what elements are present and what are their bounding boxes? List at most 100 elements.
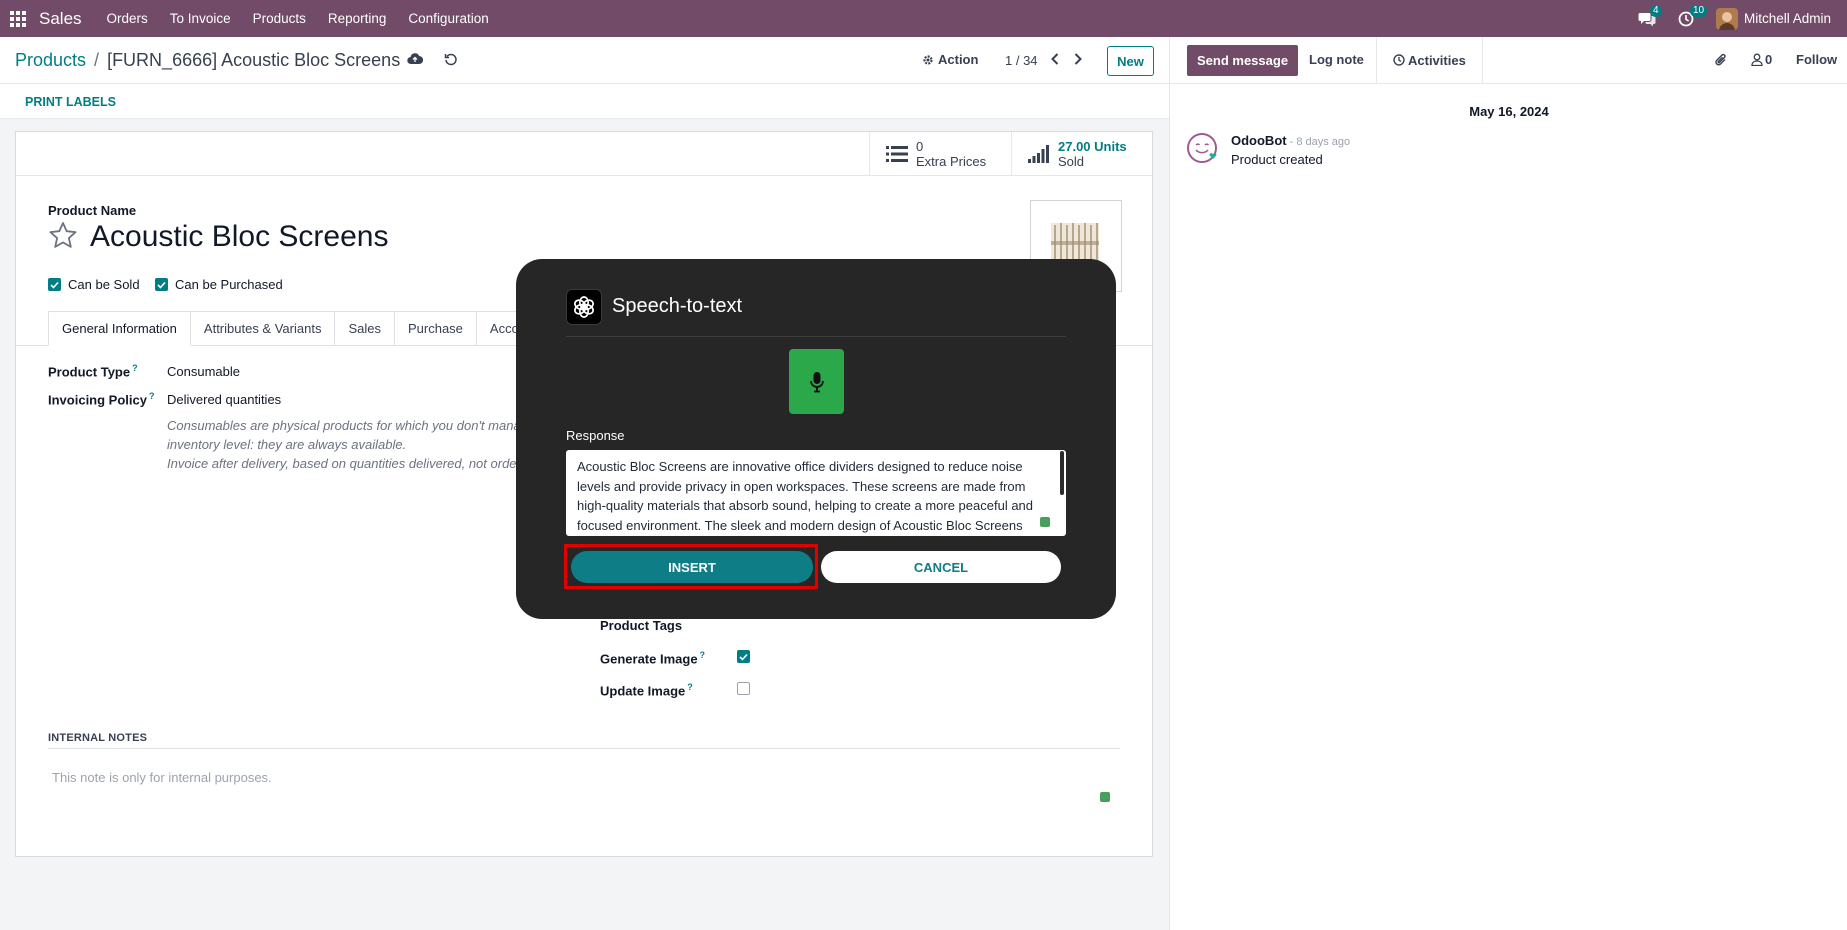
pager-next-icon[interactable] xyxy=(1073,52,1083,66)
update-image-label: Update Image? xyxy=(600,682,693,699)
menu-item-configuration[interactable]: Configuration xyxy=(397,11,499,26)
assistant-status-icon[interactable] xyxy=(1100,792,1110,802)
send-message-button[interactable]: Send message xyxy=(1187,45,1299,76)
help-tooltip-icon[interactable]: ? xyxy=(700,650,706,660)
activities-badge: 10 xyxy=(1689,4,1708,17)
apps-menu-icon[interactable] xyxy=(10,10,26,27)
tab-attributes-variants[interactable]: Attributes & Variants xyxy=(190,311,336,346)
can-be-sold-label: Can be Sold xyxy=(68,277,140,292)
signal-bars-icon xyxy=(1028,144,1049,163)
message-time: - 8 days ago xyxy=(1289,136,1351,148)
help-tooltip-icon[interactable]: ? xyxy=(687,682,693,692)
units-sold-value: 27.00 Units xyxy=(1058,138,1127,154)
main-menu: Orders To Invoice Products Reporting Con… xyxy=(96,11,500,26)
product-type-select[interactable]: Consumable xyxy=(167,364,240,379)
activities-button[interactable]: Activities xyxy=(1376,37,1483,83)
record-microphone-button[interactable] xyxy=(789,349,844,414)
response-textarea[interactable]: Acoustic Bloc Screens are innovative off… xyxy=(566,450,1066,536)
activities-label: Activities xyxy=(1408,52,1466,68)
message-body: Product created xyxy=(1231,152,1323,167)
followers-count: 0 xyxy=(1765,52,1773,67)
form-tabs: General Information Attributes & Variant… xyxy=(48,311,541,346)
cancel-button[interactable]: CANCEL xyxy=(821,551,1061,583)
control-panel: Products / [FURN_6666] Acoustic Bloc Scr… xyxy=(0,37,1169,84)
user-icon xyxy=(1751,53,1763,66)
log-note-button[interactable]: Log note xyxy=(1309,52,1364,67)
assistant-status-icon[interactable] xyxy=(1040,517,1050,527)
attachment-paperclip-icon[interactable] xyxy=(1714,52,1728,68)
followers-button[interactable]: 0 xyxy=(1751,52,1772,67)
print-labels-button[interactable]: PRINT LABELS xyxy=(25,95,116,109)
help-tooltip-icon[interactable]: ? xyxy=(132,363,138,373)
product-name-label: Product Name xyxy=(48,203,137,218)
breadcrumb-products-link[interactable]: Products xyxy=(15,50,86,71)
top-navbar: Sales Orders To Invoice Products Reporti… xyxy=(0,0,1847,37)
extra-prices-label: Extra Prices xyxy=(916,153,987,169)
chatter-panel: Send message Log note Activities 0 Follo… xyxy=(1169,37,1847,930)
favorite-star-icon[interactable] xyxy=(48,221,78,249)
menu-item-reporting[interactable]: Reporting xyxy=(317,11,398,26)
internal-notes-divider xyxy=(48,748,1120,749)
tab-sales[interactable]: Sales xyxy=(335,311,395,346)
product-name-field[interactable]: Acoustic Bloc Screens xyxy=(90,220,388,254)
generate-image-checkbox[interactable] xyxy=(737,650,757,663)
menu-item-products[interactable]: Products xyxy=(242,11,317,26)
discard-undo-icon[interactable] xyxy=(444,52,458,66)
action-menu-button[interactable]: Action xyxy=(922,52,978,67)
checkbox-checked-icon xyxy=(737,650,750,663)
update-image-checkbox[interactable] xyxy=(737,682,757,695)
gear-icon xyxy=(923,54,933,65)
smart-button-box: 0 Extra Prices 27.00 Units Sold xyxy=(16,132,1152,176)
can-be-purchased-label: Can be Purchased xyxy=(175,277,283,292)
extra-prices-value: 0 xyxy=(916,138,924,154)
can-be-purchased-checkbox[interactable]: Can be Purchased xyxy=(155,277,283,292)
invoicing-policy-select[interactable]: Delivered quantities xyxy=(167,392,281,407)
messages-badge: 4 xyxy=(1649,4,1662,17)
dialog-title: Speech-to-text xyxy=(612,295,743,317)
message-date-separator: May 16, 2024 xyxy=(1469,104,1549,119)
checkbox-checked-icon xyxy=(155,278,168,291)
generate-image-label: Generate Image? xyxy=(600,650,706,667)
systray: 4 10 Mitchell Admin xyxy=(1638,0,1847,37)
response-text: Acoustic Bloc Screens are innovative off… xyxy=(577,459,1034,533)
app-brand[interactable]: Sales xyxy=(39,9,82,29)
form-statusbar: PRINT LABELS xyxy=(0,84,1169,119)
can-be-sold-checkbox[interactable]: Can be Sold xyxy=(48,277,140,292)
new-button[interactable]: New xyxy=(1107,46,1154,76)
save-cloud-icon[interactable] xyxy=(407,52,423,66)
product-type-label: Product Type? xyxy=(48,363,138,380)
breadcrumb: Products / [FURN_6666] Acoustic Bloc Scr… xyxy=(15,50,400,71)
internal-notes-title: INTERNAL NOTES xyxy=(48,732,148,744)
action-label: Action xyxy=(938,52,979,67)
microphone-icon xyxy=(809,371,824,392)
messaging-menu[interactable]: 4 xyxy=(1638,4,1662,27)
product-tags-label: Product Tags xyxy=(600,618,683,633)
chatter-topbar: Send message Log note Activities 0 Follo… xyxy=(1170,37,1847,84)
tab-purchase[interactable]: Purchase xyxy=(394,311,477,346)
breadcrumb-separator: / xyxy=(94,50,100,70)
pager-value[interactable]: 1 / 34 xyxy=(1005,53,1038,68)
internal-notes-input[interactable]: This note is only for internal purposes. xyxy=(52,770,272,785)
extra-prices-button[interactable]: 0 Extra Prices xyxy=(869,132,1011,175)
units-sold-button[interactable]: 27.00 Units Sold xyxy=(1011,132,1152,175)
follow-button[interactable]: Follow xyxy=(1796,52,1837,67)
menu-item-to-invoice[interactable]: To Invoice xyxy=(159,11,242,26)
units-sold-label: Sold xyxy=(1058,153,1085,169)
response-scrollbar[interactable] xyxy=(1060,451,1064,495)
insert-button[interactable]: INSERT xyxy=(571,551,813,583)
speech-to-text-dialog: Speech-to-text Response Acoustic Bloc Sc… xyxy=(516,259,1116,619)
dialog-divider xyxy=(566,336,1066,337)
pager-previous-icon[interactable] xyxy=(1050,52,1060,66)
breadcrumb-current: [FURN_6666] Acoustic Bloc Screens xyxy=(107,50,401,70)
user-avatar[interactable] xyxy=(1715,7,1738,30)
help-tooltip-icon[interactable]: ? xyxy=(149,391,155,401)
odoobot-avatar-icon xyxy=(1186,132,1220,166)
user-name[interactable]: Mitchell Admin xyxy=(1744,11,1831,26)
list-icon xyxy=(886,145,908,162)
consumable-help-text: Consumables are physical products for wh… xyxy=(167,418,521,452)
invoice-policy-help-text: Invoice after delivery, based on quantit… xyxy=(167,456,521,471)
checkbox-empty-icon xyxy=(737,682,750,695)
tab-general-information[interactable]: General Information xyxy=(48,311,191,346)
activity-menu[interactable]: 10 xyxy=(1678,4,1708,27)
menu-item-orders[interactable]: Orders xyxy=(96,11,159,26)
